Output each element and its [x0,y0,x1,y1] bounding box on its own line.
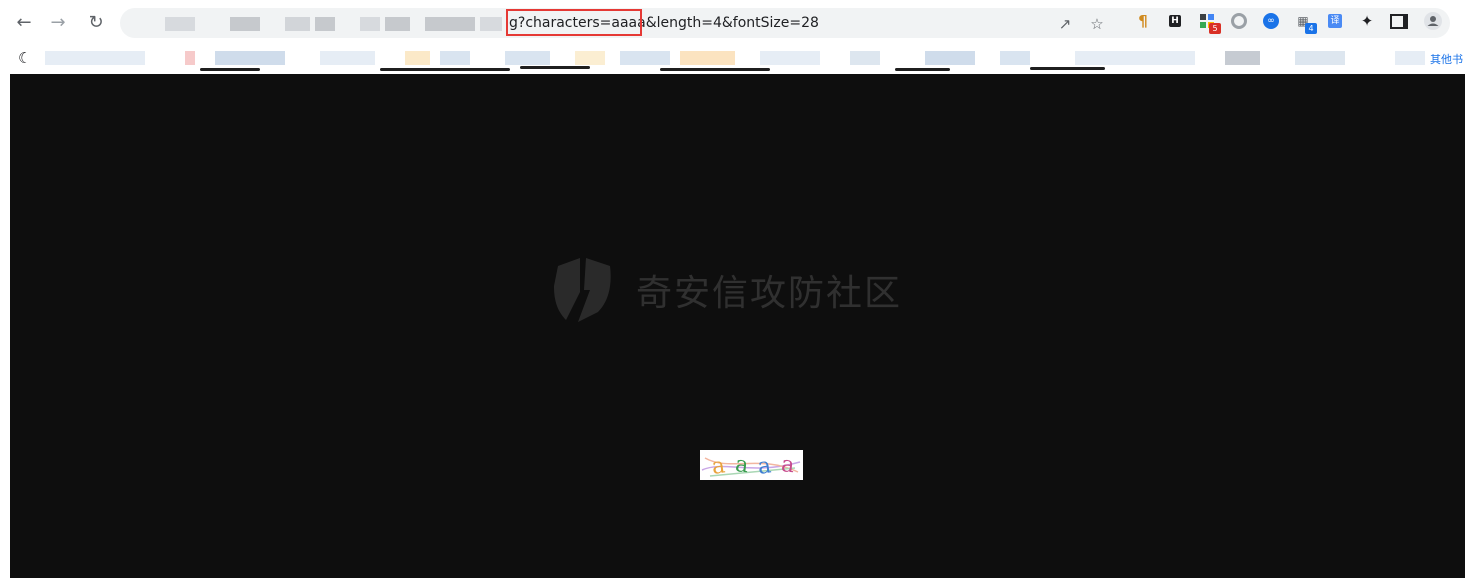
watermark: 奇安信攻防社区 [550,258,903,322]
forward-button[interactable]: → [46,10,70,34]
redacted-bookmark[interactable] [215,51,285,65]
shield-lightning-icon [554,258,611,322]
apps-extension-icon[interactable]: 5 [1198,12,1221,34]
redacted-bookmark[interactable] [850,51,880,65]
circle-extension-icon[interactable] [1230,12,1248,30]
redacted-bookmark[interactable] [185,51,195,65]
redacted-url-segment [285,17,310,31]
redacted-url-segment [480,17,502,31]
arrow-right-icon: → [50,11,66,33]
reload-icon: ↻ [88,11,104,33]
moon-icon[interactable]: ☾ [18,49,31,67]
profile-avatar-icon[interactable] [1424,12,1442,30]
share-icon[interactable]: ↗ [1055,14,1075,34]
redacted-url-segment [315,17,335,31]
redacted-bookmark[interactable] [620,51,670,65]
star-icon[interactable]: ☆ [1087,14,1107,34]
redacted-bookmark[interactable] [760,51,820,65]
captcha-image: aaaa [700,450,803,480]
captcha-svg: aaaa [701,452,801,480]
redaction-stroke [380,68,510,71]
redacted-bookmark[interactable] [1295,51,1345,65]
mask-extension-icon[interactable]: ∞ [1262,12,1280,30]
watermark-text: 奇安信攻防社区 [636,273,903,314]
redacted-bookmark[interactable] [440,51,470,65]
redaction-stroke [660,68,770,71]
redacted-bookmark[interactable] [320,51,375,65]
bookmarks-bar: ☾ 其他书 [0,45,1465,74]
redacted-bookmark[interactable] [505,51,550,65]
redacted-bookmark[interactable] [1395,51,1425,65]
redacted-bookmark[interactable] [680,51,735,65]
side-panel-icon[interactable] [1390,12,1408,30]
grid-extension-icon[interactable]: ▦ 4 [1294,12,1317,34]
arrow-left-icon: ← [16,11,32,33]
pilcrow-extension-icon[interactable]: ¶ [1134,12,1152,30]
redaction-stroke [200,68,260,71]
redacted-url-segment [165,17,195,31]
redaction-stroke [895,68,950,71]
other-bookmarks[interactable]: 其他书 [1430,51,1463,67]
address-bar[interactable]: g?characters=aaaa&length=4&fontSize=28 ↗… [120,8,1450,38]
page-viewport: 奇安信攻防社区 aaaa [10,74,1465,578]
reload-button[interactable]: ↻ [84,10,108,34]
h-extension-icon[interactable]: H [1166,12,1184,30]
grid-badge: 4 [1305,23,1317,34]
redacted-bookmark[interactable] [1000,51,1030,65]
redacted-url-segment [230,17,260,31]
redacted-bookmark[interactable] [925,51,975,65]
translate-extension-icon[interactable]: 译 [1326,12,1344,30]
redacted-bookmark[interactable] [1225,51,1260,65]
redacted-url-segment [385,17,410,31]
redacted-bookmark[interactable] [1075,51,1195,65]
redacted-bookmark[interactable] [405,51,430,65]
url-text: g?characters=aaaa&length=4&fontSize=28 [509,15,819,31]
redaction-stroke [520,66,590,69]
captcha-char: a [710,453,726,480]
redaction-stroke [1030,67,1105,70]
redacted-url-segment [425,17,475,31]
captcha-char: a [734,452,750,478]
puzzle-icon[interactable]: ✦ [1358,12,1376,30]
captcha-char: a [756,453,772,480]
back-button[interactable]: ← [12,10,36,34]
captcha-char: a [780,452,796,478]
browser-toolbar: ← → ↻ g?characters=aaaa&length=4&fontSiz… [0,0,1465,45]
redacted-url-segment [360,17,380,31]
redacted-bookmark[interactable] [575,51,605,65]
redacted-bookmark[interactable] [45,51,145,65]
apps-badge: 5 [1209,23,1221,34]
